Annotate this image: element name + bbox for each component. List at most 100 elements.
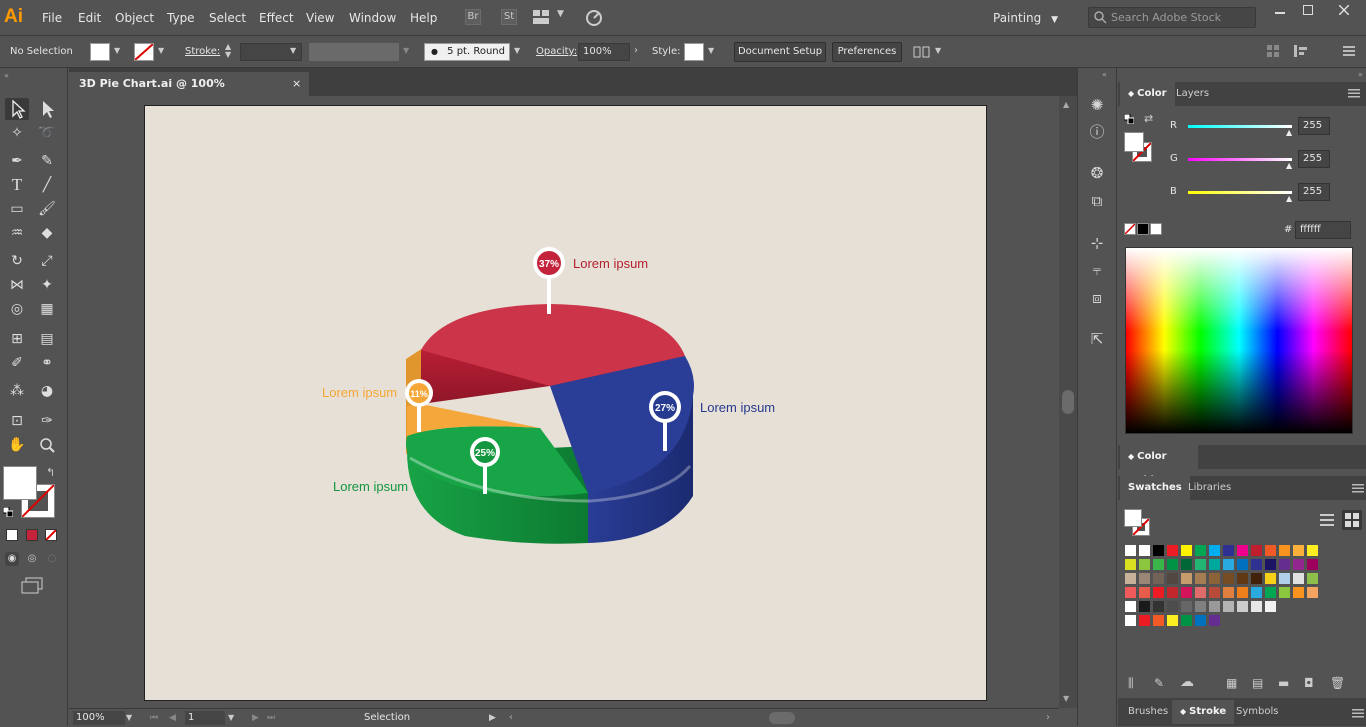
color-swatch[interactable] (1194, 558, 1207, 571)
search-adobe-stock-input[interactable]: Search Adobe Stock (1088, 7, 1256, 28)
artboard-number-field[interactable]: 1 (185, 711, 225, 725)
tab-symbols[interactable]: Symbols (1228, 700, 1286, 724)
tab-color-guide[interactable]: ◆Color Guide (1120, 445, 1198, 486)
color-swatch[interactable] (1152, 558, 1165, 571)
graph-tool-icon[interactable]: ◕ (35, 380, 59, 402)
last-artboard-icon[interactable]: ⏭ (267, 709, 275, 727)
close-tab-icon[interactable]: × (292, 72, 301, 96)
color-swatch[interactable] (1124, 600, 1137, 613)
place-swatches-icon[interactable]: ✎ (1154, 676, 1164, 690)
stroke-label[interactable]: Stroke: (185, 36, 220, 68)
mesh-tool-icon[interactable]: ⊞ (5, 328, 29, 350)
color-swatch[interactable] (1208, 544, 1221, 557)
color-swatch[interactable] (1250, 544, 1263, 557)
color-swatch[interactable] (1194, 572, 1207, 585)
paintbrush-tool-icon[interactable]: 🖌 (35, 198, 59, 220)
stock-button[interactable]: St (501, 9, 517, 25)
align-panel-icon[interactable]: ⫧ (1086, 259, 1108, 281)
curvature-tool-icon[interactable]: ✎ (35, 150, 59, 172)
menu-select[interactable]: Select (209, 0, 246, 36)
perspective-grid-tool-icon[interactable]: ▦ (35, 298, 59, 320)
color-swatch[interactable] (1124, 544, 1137, 557)
direct-selection-tool-icon[interactable] (35, 98, 59, 120)
chevron-down-icon[interactable]: ▼ (403, 46, 409, 55)
align-icon[interactable] (913, 44, 931, 60)
vertical-scroll-thumb[interactable] (1062, 390, 1074, 414)
color-swatch[interactable] (1250, 572, 1263, 585)
color-swatch[interactable] (1208, 600, 1221, 613)
color-swatch[interactable] (1166, 558, 1179, 571)
list-view-icon[interactable] (1320, 513, 1336, 527)
color-swatch[interactable] (1208, 586, 1221, 599)
color-swatch[interactable] (1194, 586, 1207, 599)
panel-menu-icon[interactable] (1348, 88, 1360, 98)
chevron-down-icon[interactable]: ▼ (708, 46, 714, 55)
rotate-tool-icon[interactable]: ↻ (5, 250, 29, 272)
color-swatch[interactable] (1250, 586, 1263, 599)
preferences-button[interactable]: Preferences (832, 42, 902, 62)
default-colors-icon[interactable] (1123, 113, 1135, 125)
panel-menu-icon[interactable] (1342, 44, 1356, 58)
color-swatch[interactable] (1264, 544, 1277, 557)
hand-tool-icon[interactable]: ✋ (5, 434, 29, 456)
cloud-icon[interactable]: ☁ (1180, 674, 1194, 690)
color-swatch[interactable] (1278, 572, 1291, 585)
color-swatch[interactable] (1292, 572, 1305, 585)
color-swatch[interactable] (1306, 586, 1319, 599)
color-swatch[interactable] (1166, 544, 1179, 557)
color-swatch[interactable] (1152, 614, 1165, 627)
previous-artboard-icon[interactable]: ◀ (169, 709, 176, 727)
red-slider[interactable] (1188, 125, 1292, 128)
color-swatch[interactable] (1306, 572, 1319, 585)
gpu-performance-icon[interactable] (584, 8, 604, 26)
maximize-button[interactable] (1290, 0, 1326, 22)
symbol-sprayer-tool-icon[interactable]: ⁂ (5, 380, 29, 402)
color-mode-icon[interactable] (6, 529, 18, 541)
fill-color-box[interactable] (1124, 132, 1144, 152)
color-swatch[interactable] (1138, 586, 1151, 599)
tab-stroke[interactable]: ◆ Stroke (1172, 700, 1235, 724)
slice-tool-icon[interactable]: ✑ (35, 410, 59, 432)
opacity-label[interactable]: Opacity: (536, 36, 577, 68)
new-color-group-icon[interactable]: ▬ (1278, 676, 1289, 690)
color-swatch[interactable] (1138, 572, 1151, 585)
chevron-down-icon[interactable]: ▼ (935, 46, 941, 55)
screen-mode-icon[interactable] (20, 576, 44, 594)
white-color-chip[interactable] (1150, 223, 1162, 235)
arrange-documents-icon[interactable] (533, 10, 549, 24)
menu-object[interactable]: Object (115, 0, 154, 36)
color-swatch[interactable] (1208, 572, 1221, 585)
color-swatch[interactable] (1166, 572, 1179, 585)
draw-inside-icon[interactable]: ◌ (45, 552, 59, 566)
slider-thumb-icon[interactable]: ▲ (1286, 161, 1292, 170)
color-swatch[interactable] (1152, 586, 1165, 599)
color-swatch[interactable] (1222, 600, 1235, 613)
tab-color[interactable]: ◆ Color (1120, 82, 1175, 106)
color-swatch[interactable] (1208, 558, 1221, 571)
gradient-mode-icon[interactable] (26, 529, 38, 541)
first-artboard-icon[interactable]: ⏮ (150, 709, 158, 727)
horizontal-scroll-thumb[interactable] (769, 712, 795, 724)
menu-edit[interactable]: Edit (78, 0, 101, 36)
shaper-tool-icon[interactable]: ♒ (5, 222, 29, 244)
blue-value-field[interactable]: 255 (1298, 183, 1330, 201)
color-swatch[interactable] (1292, 586, 1305, 599)
delete-swatch-icon[interactable]: 🗑 (1330, 676, 1345, 690)
bridge-button[interactable]: Br (465, 9, 481, 25)
color-swatch[interactable] (1208, 614, 1221, 627)
collapse-icon[interactable]: « (4, 71, 9, 80)
appearance-icon[interactable]: ✺ (1086, 94, 1108, 116)
document-setup-button[interactable]: Document Setup (734, 42, 826, 62)
menu-help[interactable]: Help (410, 0, 437, 36)
pen-tool-icon[interactable]: ✒ (5, 150, 29, 172)
lasso-tool-icon[interactable]: ➰ (35, 122, 59, 144)
stroke-weight-stepper[interactable]: ▲ ▼ (225, 43, 237, 61)
slider-thumb-icon[interactable]: ▲ (1286, 128, 1292, 137)
draw-normal-icon[interactable]: ◉ (5, 552, 19, 566)
color-swatch[interactable] (1166, 600, 1179, 613)
magic-wand-tool-icon[interactable]: ✧ (5, 122, 29, 144)
color-swatch[interactable] (1292, 544, 1305, 557)
vertical-scrollbar[interactable]: ▲ ▼ (1059, 96, 1077, 708)
new-swatch-icon[interactable]: ◘ (1304, 676, 1314, 690)
swap-fill-stroke-icon[interactable]: ↰ (46, 466, 55, 479)
